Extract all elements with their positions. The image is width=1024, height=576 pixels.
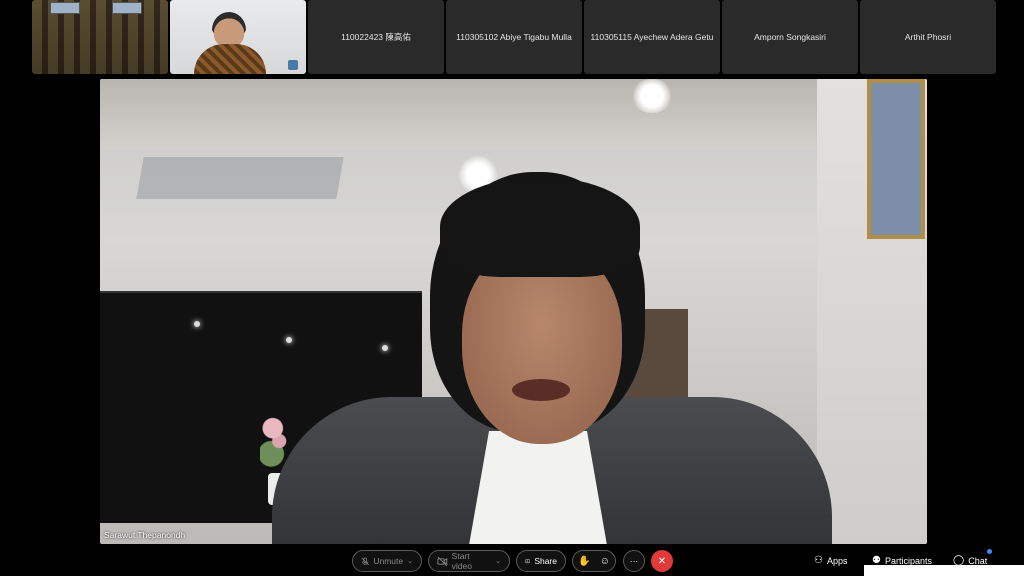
ceiling-light bbox=[630, 79, 674, 113]
start-video-label: Start video bbox=[451, 551, 472, 571]
person-body bbox=[194, 44, 266, 74]
active-speaker-video[interactable]: Sarawut Thepanondh bbox=[100, 79, 927, 544]
share-screen-icon bbox=[525, 559, 531, 563]
share-button[interactable]: Share bbox=[516, 550, 566, 572]
screen-shape bbox=[50, 2, 80, 14]
start-video-button[interactable]: Start video ⌄ bbox=[428, 550, 510, 572]
microphone-off-icon bbox=[361, 557, 369, 565]
participant-tile[interactable]: Amporn Songkasiri bbox=[722, 0, 858, 74]
reflection-dot bbox=[382, 345, 388, 351]
share-label: Share bbox=[534, 556, 557, 566]
unmute-label: Unmute bbox=[373, 556, 404, 566]
apps-button[interactable]: ⚇ Apps bbox=[814, 555, 847, 566]
participant-tile[interactable]: 110305102 Abiye Tigabu Mulla bbox=[446, 0, 582, 74]
participant-name: Amporn Songkasiri bbox=[754, 32, 826, 42]
person-fringe bbox=[440, 177, 640, 277]
chevron-down-icon[interactable]: ⌄ bbox=[407, 557, 413, 565]
person-head bbox=[212, 12, 246, 48]
participant-name: 110305102 Abiye Tigabu Mulla bbox=[456, 32, 572, 42]
reflection-dot bbox=[194, 321, 200, 327]
participant-name: 110022423 陳高佑 bbox=[341, 32, 411, 42]
participant-tile[interactable]: 110022423 陳高佑 bbox=[308, 0, 444, 74]
close-icon: ✕ bbox=[657, 555, 667, 567]
participant-name: Arthit Phosri bbox=[904, 32, 952, 42]
participant-tile[interactable]: Arthit Phosri bbox=[860, 0, 996, 74]
screen-shape bbox=[112, 2, 142, 14]
chat-notification-dot bbox=[987, 549, 992, 554]
participant-strip: 110022423 陳高佑 110305102 Abiye Tigabu Mul… bbox=[32, 0, 996, 74]
apps-icon: ⚇ bbox=[814, 555, 823, 566]
person-mouth bbox=[512, 379, 570, 401]
participant-video-tile-woman[interactable] bbox=[170, 0, 306, 74]
person-shirt bbox=[468, 431, 608, 544]
emoji-reaction-icon[interactable]: ☺ bbox=[600, 556, 610, 567]
speaker-name-label: Sarawut Thepanondh bbox=[104, 530, 186, 540]
reflection-dot bbox=[286, 337, 292, 343]
leave-meeting-button[interactable]: ✕ bbox=[651, 550, 673, 572]
participant-name: 110305115 Ayechew Adera Getu bbox=[590, 32, 714, 42]
participant-tile[interactable]: 110305115 Ayechew Adera Getu bbox=[584, 0, 720, 74]
participants-label: Participants bbox=[884, 555, 932, 566]
camera-off-icon bbox=[437, 556, 448, 566]
participant-video-tile-classroom[interactable] bbox=[32, 0, 168, 74]
wall-picture bbox=[867, 79, 925, 239]
chat-label: Chat bbox=[968, 555, 988, 566]
more-options-button[interactable]: ··· bbox=[623, 550, 645, 572]
unmute-button[interactable]: Unmute ⌄ bbox=[352, 550, 422, 572]
ceiling-panel bbox=[136, 157, 344, 199]
more-icon: ··· bbox=[629, 556, 639, 566]
ceiling bbox=[100, 79, 927, 149]
raise-hand-icon[interactable]: ✋ bbox=[578, 556, 590, 567]
reactions-group: ✋ ☺ bbox=[572, 550, 616, 572]
desk-item bbox=[288, 60, 298, 70]
apps-label: Apps bbox=[826, 555, 848, 566]
chevron-down-icon[interactable]: ⌄ bbox=[495, 557, 501, 565]
overlay-bar bbox=[864, 565, 1024, 576]
